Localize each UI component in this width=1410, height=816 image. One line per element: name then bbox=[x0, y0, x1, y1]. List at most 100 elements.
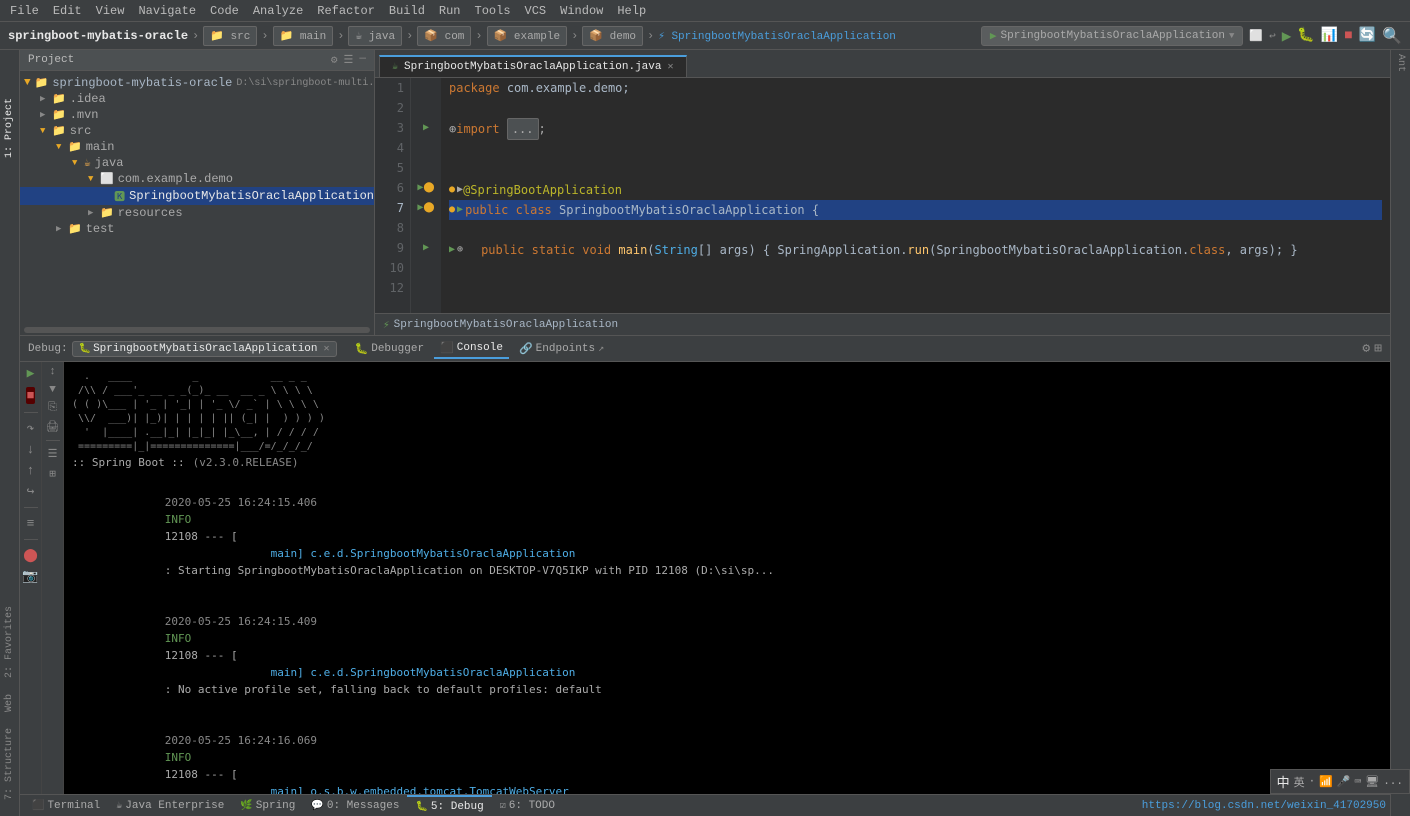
line-numbers: 1 2 3 4 5 6 7 8 9 10 12 bbox=[375, 78, 411, 313]
debug-stop-icon[interactable]: ■ bbox=[26, 387, 36, 404]
breadcrumb-icon: ⚡ bbox=[383, 318, 390, 332]
stop-button[interactable]: ■ bbox=[1344, 28, 1352, 44]
debug-run-button[interactable]: 🐛 bbox=[1297, 27, 1314, 44]
console-output[interactable]: . ____ _ __ _ _ /\\ / ___'_ __ _ _(_)_ _… bbox=[64, 362, 1390, 794]
debug-settings-icon[interactable]: ⚙ bbox=[1362, 341, 1370, 356]
tree-main[interactable]: ▼ 📁 main bbox=[20, 139, 374, 155]
menu-vcs[interactable]: VCS bbox=[519, 0, 553, 21]
tree-resources[interactable]: ▶ 📁 resources bbox=[20, 205, 374, 221]
debug-scroll-icon[interactable]: ↕ bbox=[49, 366, 56, 378]
menu-analyze[interactable]: Analyze bbox=[247, 0, 309, 21]
debug-tab-close[interactable]: ✕ bbox=[324, 343, 330, 355]
debug-run-to-cursor-icon[interactable]: ↪ bbox=[27, 484, 35, 499]
run-config-selector[interactable]: ▶ SpringbootMybatisOraclaApplication ▼ bbox=[981, 26, 1243, 46]
fold-icon[interactable]: ▶ bbox=[423, 122, 429, 134]
debug-filter-icon[interactable]: ▼ bbox=[49, 384, 56, 396]
bottom-tab-spring[interactable]: 🌿 Spring bbox=[232, 795, 303, 816]
todo-icon: ☑ bbox=[500, 800, 506, 812]
bottom-tab-debug[interactable]: 🐛 5: Debug bbox=[407, 795, 491, 816]
tree-mvn[interactable]: ▶ 📁 .mvn bbox=[20, 107, 374, 123]
bottom-url[interactable]: https://blog.csdn.net/weixin_41702950 bbox=[1142, 800, 1386, 812]
debug-restart-icon[interactable]: ▶ bbox=[27, 366, 35, 381]
run-gutter-7b[interactable]: ⬤ bbox=[423, 202, 434, 214]
debug-stepout-icon[interactable]: ↑ bbox=[27, 463, 35, 478]
debug-bottom-icon: 🐛 bbox=[415, 801, 427, 813]
bottom-tab-terminal[interactable]: ⬛ Terminal bbox=[24, 795, 108, 816]
menu-build[interactable]: Build bbox=[383, 0, 431, 21]
reload-button[interactable]: 🔄 bbox=[1359, 27, 1376, 44]
menu-window[interactable]: Window bbox=[554, 0, 609, 21]
messages-label: 0: Messages bbox=[327, 800, 400, 812]
tree-root[interactable]: ▼ 📁 springboot-mybatis-oracle D:\si\spri… bbox=[20, 75, 374, 91]
debug-copy-icon[interactable]: ⎘ bbox=[48, 402, 57, 414]
log-line-1: 2020-05-25 16:24:15.406 INFO 12108 --- [… bbox=[72, 477, 1382, 596]
project-panel-scrollbar[interactable] bbox=[24, 327, 370, 333]
editor-tab-main[interactable]: ☕ SpringbootMybatisOraclaApplication.jav… bbox=[379, 55, 687, 77]
tree-mvn-label: .mvn bbox=[70, 108, 99, 122]
line-num-5: 5 bbox=[381, 158, 404, 178]
code-line-7: ● ▶ public class SpringbootMybatisOracla… bbox=[449, 200, 1382, 220]
code-line-6: ● ▶ @SpringBootApplication bbox=[449, 180, 1382, 200]
debug-stepover-icon[interactable]: ↷ bbox=[27, 421, 35, 436]
project-settings-icon[interactable]: ☰ bbox=[344, 53, 354, 67]
menu-file[interactable]: File bbox=[4, 0, 45, 21]
debug-content: ▶ ■ ↷ ↓ ↑ ↪ ≡ ⬤ 📷 bbox=[20, 362, 1390, 794]
project-tree[interactable]: ▼ 📁 springboot-mybatis-oracle D:\si\spri… bbox=[20, 71, 374, 325]
sep2: › bbox=[261, 29, 268, 43]
debug-bottom-label: 5: Debug bbox=[431, 801, 484, 813]
debug-tab-console[interactable]: ⬛ Console bbox=[434, 339, 509, 359]
debug-layout-icon[interactable]: ⊞ bbox=[1374, 341, 1382, 356]
debug-evaluate-icon[interactable]: ≡ bbox=[27, 516, 35, 531]
search-everywhere-icon[interactable]: 🔍 bbox=[1382, 26, 1402, 46]
vert-tab-favorites[interactable]: 2: Favorites bbox=[2, 598, 17, 686]
code-content[interactable]: package com.example.demo; ⊕ import bbox=[441, 78, 1390, 313]
menu-navigate[interactable]: Navigate bbox=[132, 0, 202, 21]
right-sidebar-icon-1[interactable]: Ant bbox=[1395, 54, 1406, 72]
menu-help[interactable]: Help bbox=[611, 0, 652, 21]
menu-refactor[interactable]: Refactor bbox=[311, 0, 381, 21]
profile-button[interactable]: 📊 bbox=[1321, 27, 1338, 44]
menu-edit[interactable]: Edit bbox=[47, 0, 88, 21]
menu-tools[interactable]: Tools bbox=[469, 0, 517, 21]
tree-idea[interactable]: ▶ 📁 .idea bbox=[20, 91, 374, 107]
run-gutter-6b[interactable]: ⬤ bbox=[423, 182, 434, 194]
tree-java[interactable]: ▼ ☕ java bbox=[20, 155, 374, 171]
vert-tab-project[interactable]: 1: Project bbox=[2, 90, 17, 166]
run-gutter-9[interactable]: ▶ bbox=[423, 242, 429, 254]
tree-idea-label: .idea bbox=[70, 92, 106, 106]
debug-breakpoints-icon[interactable]: ⬤ bbox=[23, 548, 38, 563]
debug-tab-endpoints[interactable]: 🔗 Endpoints ↗ bbox=[513, 340, 610, 358]
editor-breadcrumb: ⚡ SpringbootMybatisOraclaApplication bbox=[375, 313, 1390, 335]
breadcrumb-src: 📁 src bbox=[203, 26, 257, 46]
debug-list-icon[interactable]: ☰ bbox=[48, 447, 58, 461]
debug-print-icon[interactable]: 🖨 bbox=[46, 420, 60, 434]
spring-version: (v2.3.0.RELEASE) bbox=[193, 454, 299, 471]
menu-code[interactable]: Code bbox=[204, 0, 245, 21]
code-editor: 1 2 3 4 5 6 7 8 9 10 12 bbox=[375, 78, 1390, 313]
project-gear-icon[interactable]: ⚙ bbox=[331, 53, 338, 67]
terminal-label: Terminal bbox=[47, 800, 100, 812]
bottom-tab-java-enterprise[interactable]: ☕ Java Enterprise bbox=[108, 795, 232, 816]
tree-main-class[interactable]: 🅺 SpringbootMybatisOraclaApplication bbox=[20, 187, 374, 205]
tree-package[interactable]: ▼ ⬜ com.example.demo bbox=[20, 171, 374, 187]
tree-src[interactable]: ▼ 📁 src bbox=[20, 123, 374, 139]
run-button[interactable]: ▶ bbox=[1282, 26, 1292, 46]
expand-icon[interactable]: ⬜ bbox=[1249, 29, 1263, 43]
bottom-tab-messages[interactable]: 💬 0: Messages bbox=[303, 795, 407, 816]
debug-tab-debugger[interactable]: 🐛 Debugger bbox=[349, 340, 431, 358]
bottom-tab-todo[interactable]: ☑ 6: TODO bbox=[492, 795, 563, 816]
debug-grid-icon[interactable]: ⊞ bbox=[49, 467, 56, 481]
spring-label: Spring bbox=[256, 800, 296, 812]
breadcrumb-com: 📦 com bbox=[417, 26, 471, 46]
tab-close-icon[interactable]: ✕ bbox=[667, 61, 673, 73]
debug-camera-icon[interactable]: 📷 bbox=[22, 569, 38, 584]
menu-run[interactable]: Run bbox=[433, 0, 467, 21]
debug-stepinto-icon[interactable]: ↓ bbox=[27, 442, 35, 457]
menu-view[interactable]: View bbox=[90, 0, 131, 21]
project-minimize-icon[interactable]: — bbox=[359, 53, 366, 67]
vert-tab-structure[interactable]: 7: Structure bbox=[2, 720, 17, 808]
line-num-7: 7 bbox=[381, 198, 404, 218]
vert-tab-web[interactable]: Web bbox=[2, 686, 17, 720]
back-icon[interactable]: ↩ bbox=[1269, 29, 1276, 43]
tree-test[interactable]: ▶ 📁 test bbox=[20, 221, 374, 237]
